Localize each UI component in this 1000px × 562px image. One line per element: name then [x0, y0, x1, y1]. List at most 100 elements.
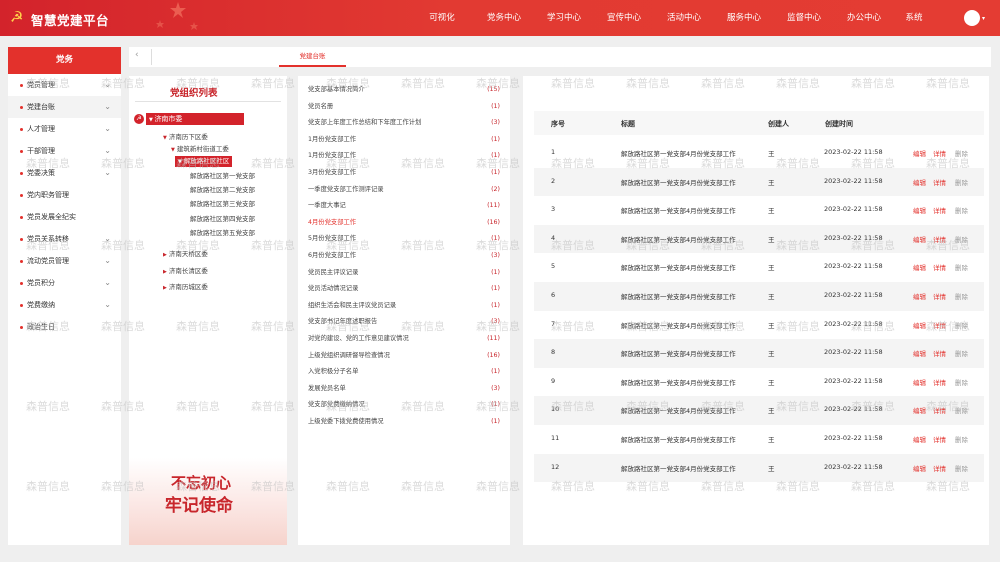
- top-nav-item[interactable]: 活动中心: [656, 0, 712, 36]
- sidebar-item[interactable]: 党费缴纳 ⌄: [8, 294, 121, 316]
- top-nav-item[interactable]: 可视化: [418, 0, 466, 36]
- edit-button[interactable]: 编辑: [913, 177, 926, 187]
- chevron-down-icon[interactable]: ⌄: [104, 250, 111, 272]
- edit-button[interactable]: 编辑: [913, 377, 926, 387]
- edit-button[interactable]: 编辑: [913, 463, 926, 473]
- delete-button[interactable]: 删除: [955, 434, 968, 444]
- document-category-item[interactable]: 上级党委下拨党费使用情况 (1): [308, 416, 500, 433]
- document-category-item[interactable]: 1月份党支部工作 (1): [308, 150, 500, 167]
- document-category-item[interactable]: 6月份党支部工作 (3): [308, 250, 500, 267]
- tree-node[interactable]: ▼ 建筑新村街道工委: [171, 144, 229, 155]
- detail-button[interactable]: 详情: [933, 262, 946, 272]
- document-category-item[interactable]: 对党的建设、党的工作意见建议情况 (11): [308, 333, 500, 350]
- detail-button[interactable]: 详情: [933, 434, 946, 444]
- sidebar-item[interactable]: 党内职务管理: [8, 184, 121, 206]
- detail-button[interactable]: 详情: [933, 205, 946, 215]
- delete-button[interactable]: 删除: [955, 291, 968, 301]
- document-category-item[interactable]: 5月份党支部工作 (1): [308, 233, 500, 250]
- top-nav-item[interactable]: 宣传中心: [596, 0, 652, 36]
- sidebar-item[interactable]: 党委决策 ⌄: [8, 162, 121, 184]
- chevron-left-icon[interactable]: ‹: [135, 50, 139, 60]
- sidebar-item[interactable]: 党建台账 ⌄: [8, 96, 121, 118]
- tab-party-ledger[interactable]: 党建台账: [279, 47, 346, 67]
- tree-node[interactable]: 解放路社区第四党支部: [190, 214, 255, 224]
- document-category-item[interactable]: 1月份党支部工作 (1): [308, 134, 500, 151]
- detail-button[interactable]: 详情: [933, 234, 946, 244]
- edit-button[interactable]: 编辑: [913, 320, 926, 330]
- detail-button[interactable]: 详情: [933, 177, 946, 187]
- sidebar-item[interactable]: 政治生日: [8, 316, 121, 338]
- document-category-item[interactable]: 组织生活会和民主评议党员记录 (1): [308, 300, 500, 317]
- top-nav-item[interactable]: 学习中心: [536, 0, 592, 36]
- detail-button[interactable]: 详情: [933, 377, 946, 387]
- tree-node[interactable]: 解放路社区第一党支部: [190, 171, 255, 181]
- document-category-item[interactable]: 党支部党费缴纳情况 (1): [308, 399, 500, 416]
- delete-button[interactable]: 删除: [955, 148, 968, 158]
- detail-button[interactable]: 详情: [933, 348, 946, 358]
- document-category-item[interactable]: 发展党员名单 (3): [308, 383, 500, 400]
- edit-button[interactable]: 编辑: [913, 234, 926, 244]
- edit-button[interactable]: 编辑: [913, 348, 926, 358]
- sidebar-item[interactable]: 党员关系转移 ⌄: [8, 228, 121, 250]
- chevron-down-icon[interactable]: ⌄: [104, 140, 111, 162]
- tree-root-node[interactable]: ▼ 济南市委: [146, 113, 244, 125]
- detail-button[interactable]: 详情: [933, 320, 946, 330]
- document-category-item[interactable]: 一季度大事记 (11): [308, 200, 500, 217]
- document-category-item[interactable]: 上级党组织调研督导检查情况 (16): [308, 350, 500, 367]
- edit-button[interactable]: 编辑: [913, 405, 926, 415]
- delete-button[interactable]: 删除: [955, 348, 968, 358]
- delete-button[interactable]: 删除: [955, 320, 968, 330]
- chevron-down-icon[interactable]: ⌄: [104, 118, 111, 140]
- sidebar-item[interactable]: 流动党员管理 ⌄: [8, 250, 121, 272]
- detail-button[interactable]: 详情: [933, 148, 946, 158]
- edit-button[interactable]: 编辑: [913, 262, 926, 272]
- sidebar-item[interactable]: 党员发展全纪实: [8, 206, 121, 228]
- document-category-item[interactable]: 党员活动情况记录 (1): [308, 283, 500, 300]
- chevron-down-icon[interactable]: ⌄: [104, 294, 111, 316]
- sidebar-item[interactable]: 党员积分 ⌄: [8, 272, 121, 294]
- delete-button[interactable]: 删除: [955, 177, 968, 187]
- document-category-item[interactable]: 3月份党支部工作 (1): [308, 167, 500, 184]
- document-category-item[interactable]: 党支部上年度工作总结和下年度工作计划 (3): [308, 117, 500, 134]
- delete-button[interactable]: 删除: [955, 234, 968, 244]
- chevron-down-icon[interactable]: ⌄: [104, 272, 111, 294]
- edit-button[interactable]: 编辑: [913, 291, 926, 301]
- document-category-item[interactable]: 4月份党支部工作 (16): [308, 217, 500, 234]
- chevron-down-icon[interactable]: ⌄: [104, 74, 111, 96]
- delete-button[interactable]: 删除: [955, 463, 968, 473]
- tree-node[interactable]: ▼ 解放路社区社区: [175, 156, 233, 167]
- top-nav-item[interactable]: 系统: [896, 0, 932, 36]
- document-category-item[interactable]: 党员名册 (1): [308, 101, 500, 118]
- tree-node[interactable]: ▼ 济南历下区委: [163, 132, 208, 143]
- tree-node[interactable]: 解放路社区第三党支部: [190, 199, 255, 209]
- chevron-down-icon[interactable]: ▾: [982, 15, 985, 22]
- sidebar-item[interactable]: 人才管理 ⌄: [8, 118, 121, 140]
- top-nav-item[interactable]: 监督中心: [776, 0, 832, 36]
- chevron-down-icon[interactable]: ⌄: [104, 162, 111, 184]
- detail-button[interactable]: 详情: [933, 463, 946, 473]
- sidebar-item[interactable]: 干部管理 ⌄: [8, 140, 121, 162]
- avatar[interactable]: [964, 10, 980, 26]
- top-nav-item[interactable]: 服务中心: [716, 0, 772, 36]
- delete-button[interactable]: 删除: [955, 205, 968, 215]
- document-category-item[interactable]: 党支部基本情况简介 (15): [308, 84, 500, 101]
- edit-button[interactable]: 编辑: [913, 205, 926, 215]
- tree-node[interactable]: 解放路社区第五党支部: [190, 228, 255, 238]
- top-nav-item[interactable]: 党务中心: [476, 0, 532, 36]
- document-category-item[interactable]: 党员民主评议记录 (1): [308, 267, 500, 284]
- tree-node[interactable]: ▶ 济南天桥区委: [163, 249, 208, 260]
- document-category-item[interactable]: 一季度党支部工作测评记录 (2): [308, 184, 500, 201]
- delete-button[interactable]: 删除: [955, 262, 968, 272]
- tree-node[interactable]: ▶ 济南长清区委: [163, 266, 208, 277]
- top-nav-item[interactable]: 办公中心: [836, 0, 892, 36]
- edit-button[interactable]: 编辑: [913, 148, 926, 158]
- detail-button[interactable]: 详情: [933, 405, 946, 415]
- chevron-down-icon[interactable]: ⌄: [104, 228, 111, 250]
- delete-button[interactable]: 删除: [955, 377, 968, 387]
- tree-node[interactable]: ▶ 济南历城区委: [163, 282, 208, 293]
- sidebar-item[interactable]: 党员管理 ⌄: [8, 74, 121, 96]
- detail-button[interactable]: 详情: [933, 291, 946, 301]
- delete-button[interactable]: 删除: [955, 405, 968, 415]
- tree-node[interactable]: 解放路社区第二党支部: [190, 185, 255, 195]
- document-category-item[interactable]: 入党积极分子名单 (1): [308, 366, 500, 383]
